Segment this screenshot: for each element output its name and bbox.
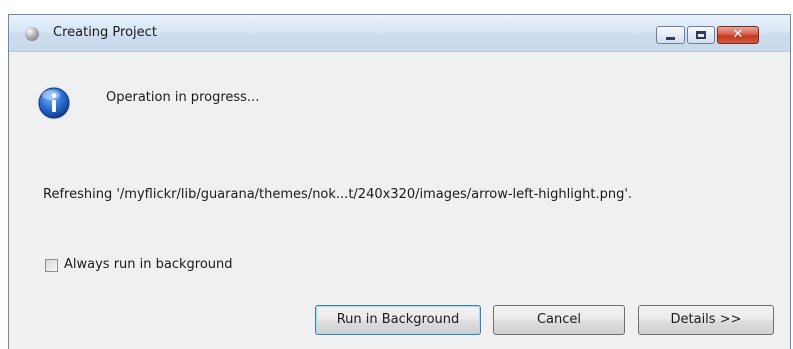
app-icon xyxy=(25,27,39,41)
always-run-in-background-checkbox[interactable] xyxy=(45,259,58,272)
window-title: Creating Project xyxy=(53,25,157,40)
minimize-button[interactable] xyxy=(656,26,685,44)
status-text: Refreshing '/myflickr/lib/guarana/themes… xyxy=(43,187,633,202)
close-button[interactable]: ✕ xyxy=(717,26,759,44)
cancel-button[interactable]: Cancel xyxy=(493,305,625,335)
dialog-window: Creating Project ✕ Operation in progress… xyxy=(8,14,791,349)
title-bar[interactable]: Creating Project ✕ xyxy=(9,15,790,52)
maximize-button[interactable] xyxy=(687,26,715,44)
close-icon: ✕ xyxy=(732,27,744,42)
details-button[interactable]: Details >> xyxy=(638,305,774,335)
maximize-icon xyxy=(696,31,706,39)
progress-message: Operation in progress... xyxy=(106,90,260,105)
minimize-icon xyxy=(666,37,675,40)
info-icon xyxy=(37,86,71,120)
checkbox-label[interactable]: Always run in background xyxy=(64,257,233,272)
run-in-background-button[interactable]: Run in Background xyxy=(315,305,481,335)
